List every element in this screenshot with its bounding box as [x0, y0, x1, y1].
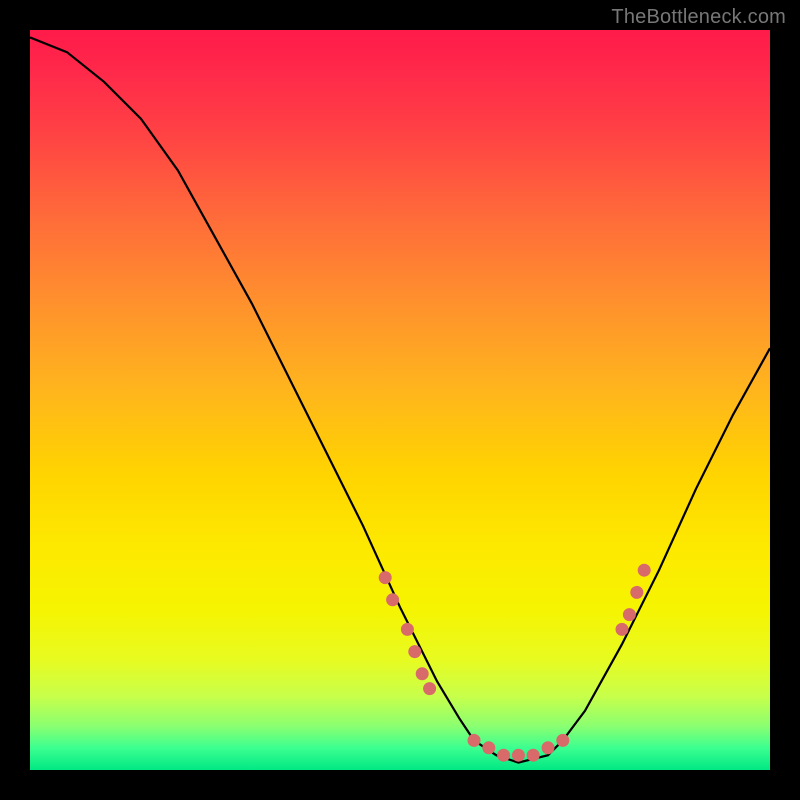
chart-markers: [379, 564, 650, 761]
bottleneck-curve-line: [30, 37, 770, 762]
chart-marker: [387, 594, 399, 606]
chart-marker: [527, 749, 539, 761]
chart-marker: [401, 623, 413, 635]
chart-marker: [409, 646, 421, 658]
chart-marker: [542, 742, 554, 754]
watermark-text: TheBottleneck.com: [611, 6, 786, 29]
chart-marker: [557, 734, 569, 746]
chart-marker: [638, 564, 650, 576]
chart-marker: [416, 668, 428, 680]
chart-marker: [468, 734, 480, 746]
chart-plot-area: [30, 30, 770, 770]
chart-marker: [631, 586, 643, 598]
chart-marker: [498, 749, 510, 761]
chart-marker: [379, 572, 391, 584]
chart-svg: [30, 30, 770, 770]
chart-marker: [424, 683, 436, 695]
chart-marker: [616, 623, 628, 635]
chart-marker: [512, 749, 524, 761]
chart-marker: [623, 609, 635, 621]
chart-marker: [483, 742, 495, 754]
